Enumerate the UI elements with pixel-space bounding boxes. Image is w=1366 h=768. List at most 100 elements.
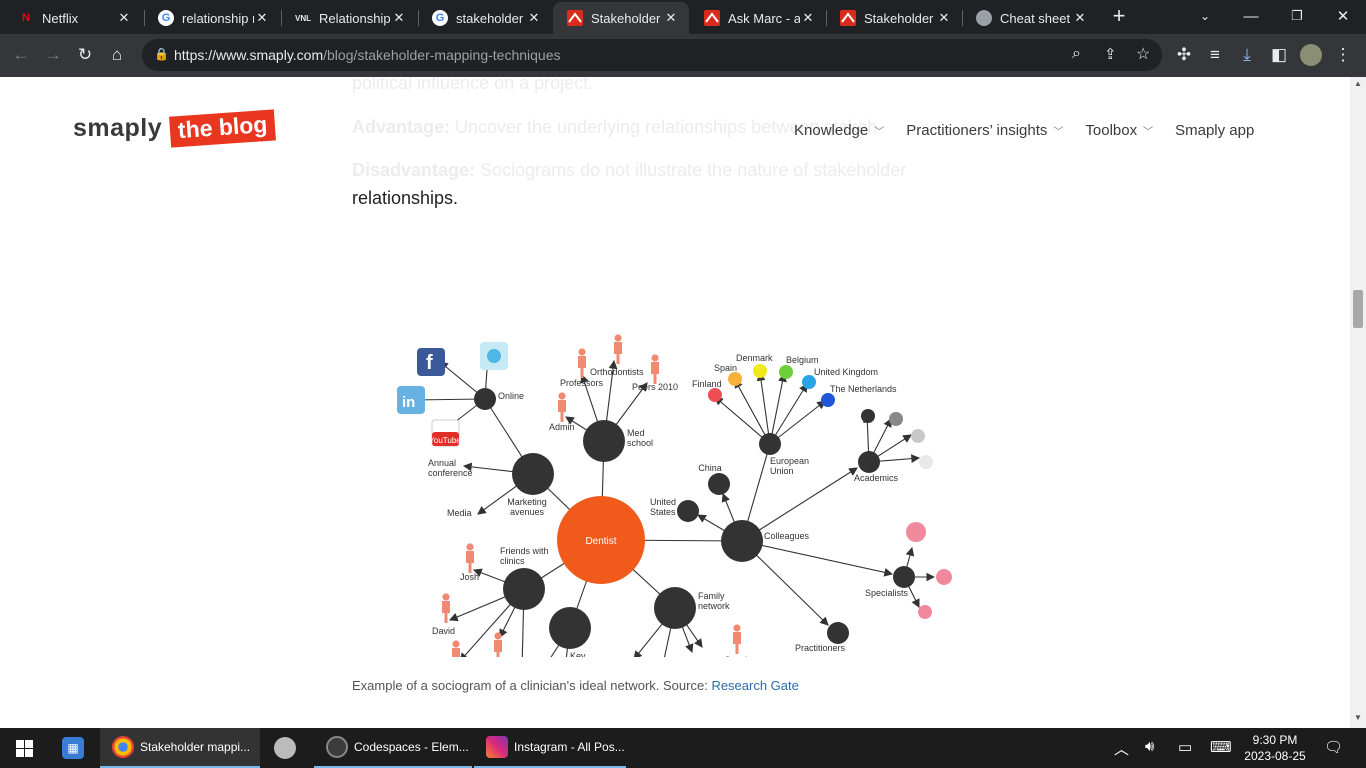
logo-brand: smaply [73, 114, 163, 142]
new-tab-button[interactable]: + [1096, 0, 1142, 32]
close-icon[interactable]: ✕ [936, 10, 952, 26]
online-label: Online [498, 391, 524, 401]
person-icon [452, 640, 460, 657]
window-close-button[interactable]: ✕ [1320, 0, 1366, 32]
extensions-icon[interactable]: ✣ [1171, 42, 1197, 68]
chevron-down-icon: ﹀ [1053, 127, 1064, 138]
home-icon[interactable]: ⌂ [104, 42, 130, 68]
browser-toolbar: ← → ↻ ⌂ 🔒 https://www.smaply.com/blog/st… [0, 34, 1366, 77]
linkedin-icon: in [397, 386, 425, 414]
profile-avatar[interactable] [1298, 42, 1324, 68]
nav-practitioners-insights[interactable]: Practitioners’ insights ﹀ [906, 122, 1063, 139]
tab-ask-marc[interactable]: Ask Marc - ab ✕ [690, 2, 826, 34]
address-bar[interactable]: 🔒 https://www.smaply.com/blog/stakeholde… [142, 39, 1162, 71]
tab-stakeholder-active[interactable]: Stakeholder m ✕ [553, 2, 689, 34]
practitioners-node [827, 622, 849, 644]
page-scrollbar[interactable]: ▲ ▼ [1350, 77, 1366, 728]
globe-icon [976, 10, 992, 26]
tab-title: stakeholder m [456, 10, 526, 26]
tab-stakeholder-2[interactable]: Stakeholder m ✕ [826, 2, 962, 34]
person-icon [466, 543, 474, 573]
netflix-icon: N [22, 12, 30, 24]
tab-title: Netflix [42, 10, 79, 26]
taskbar-chrome[interactable]: Stakeholder mappi... [100, 728, 260, 768]
person-icon [558, 392, 566, 422]
lock-icon: 🔒 [154, 47, 169, 61]
restore-button[interactable]: ❐ [1274, 0, 1320, 32]
bookmark-star-icon[interactable]: ☆ [1136, 44, 1150, 64]
download-icon[interactable]: ⤓ [1234, 42, 1260, 68]
close-icon[interactable]: ✕ [1072, 10, 1088, 26]
belgium-label: Belgium [786, 355, 819, 365]
tab-cheat-sheet[interactable]: Cheat sheet – ✕ [962, 2, 1098, 34]
colleagues-label: Colleagues [764, 531, 810, 541]
media-control-icon[interactable]: ≡ [1202, 42, 1228, 68]
academic-dot [861, 409, 875, 423]
close-icon[interactable]: ✕ [526, 10, 542, 26]
united-states-label: United States [650, 497, 676, 517]
share-icon[interactable]: ⇪ [1104, 45, 1117, 63]
tab-search-button[interactable]: ⌄ [1182, 0, 1228, 32]
close-icon[interactable]: ✕ [663, 10, 679, 26]
tab-title: Stakeholder m [591, 10, 663, 26]
person-icon [651, 354, 659, 384]
chevron-up-icon[interactable]: ︿ [1114, 738, 1129, 759]
menu-kebab-icon[interactable]: ⋮ [1330, 42, 1356, 68]
close-icon[interactable]: ✕ [254, 10, 270, 26]
academic-dot [889, 412, 903, 426]
marketing-node [512, 453, 554, 495]
volume-icon[interactable]: 🔊︎ [1145, 738, 1154, 755]
keyboard-icon[interactable]: ⌨ [1210, 738, 1232, 756]
nav-knowledge[interactable]: Knowledge ﹀ [794, 122, 884, 139]
chevron-down-icon: ﹀ [874, 127, 885, 138]
reload-icon[interactable]: ↻ [72, 42, 98, 68]
tab-stakeholder-search[interactable]: G stakeholder m ✕ [418, 2, 552, 34]
smaply-logo[interactable]: smaply the blog [73, 109, 277, 148]
start-button[interactable] [0, 728, 48, 768]
close-icon[interactable]: ✕ [391, 10, 407, 26]
tab-relationship-search[interactable]: G relationship m ✕ [144, 2, 280, 34]
tab-title: Relationship M [319, 10, 391, 26]
back-arrow-icon[interactable]: ← [8, 42, 34, 68]
taskbar-calculator[interactable]: ▦ [50, 728, 98, 768]
vnl-icon: VNL [295, 13, 311, 23]
david-label: David [432, 626, 455, 636]
academics-label: Academics [854, 473, 899, 483]
battery-icon[interactable]: ▭ [1178, 738, 1192, 756]
specialists-label: Specialists [865, 588, 909, 598]
tab-title: Ask Marc - ab [728, 10, 800, 26]
taskbar-instagram[interactable]: Instagram - All Pos... [474, 728, 626, 768]
tab-netflix[interactable]: N Netflix ✕ [4, 2, 142, 34]
windows-icon [15, 739, 33, 757]
academic-dot [919, 455, 933, 469]
nav-smaply-app[interactable]: Smaply app [1175, 122, 1254, 139]
minimize-button[interactable]: — [1228, 0, 1274, 32]
close-icon[interactable]: ✕ [800, 10, 816, 26]
taskbar-clock[interactable]: 9:30 PM 2023-08-25 [1240, 732, 1310, 764]
china-node [708, 473, 730, 495]
specialist-dot [918, 605, 932, 619]
research-gate-link[interactable]: Research Gate [711, 678, 798, 693]
tab-relationship-vnl[interactable]: VNL Relationship M ✕ [281, 2, 417, 34]
tab-title: Stakeholder m [864, 10, 936, 26]
faded-text-line: political influence on a project. [352, 77, 594, 93]
denmark-dot [753, 364, 767, 378]
spain-dot [728, 372, 742, 386]
edge [741, 540, 894, 577]
taskbar-codespaces[interactable]: Codespaces - Elem... [314, 728, 472, 768]
scrollbar-thumb[interactable] [1353, 290, 1363, 328]
china-label: China [698, 463, 722, 473]
calculator-icon: ▦ [62, 737, 84, 759]
close-icon[interactable]: ✕ [116, 10, 132, 26]
practitioners-label: Practitioners [795, 643, 846, 653]
uk-label: United Kingdom [814, 367, 878, 377]
taskbar-app[interactable] [262, 728, 312, 768]
nav-toolbox[interactable]: Toolbox ﹀ [1085, 122, 1153, 139]
orthodontists-label: Orthodontists [590, 367, 644, 377]
side-panel-icon[interactable]: ◧ [1266, 42, 1292, 68]
zoom-icon[interactable]: ⌕ [1072, 45, 1081, 63]
windows-taskbar: ▦ Stakeholder mappi... Codespaces - Elem… [0, 728, 1366, 768]
notification-icon[interactable]: 🗨︎ [1324, 738, 1343, 756]
forward-arrow-icon[interactable]: → [40, 42, 66, 68]
peers-label: Peers 2010 [632, 382, 678, 392]
